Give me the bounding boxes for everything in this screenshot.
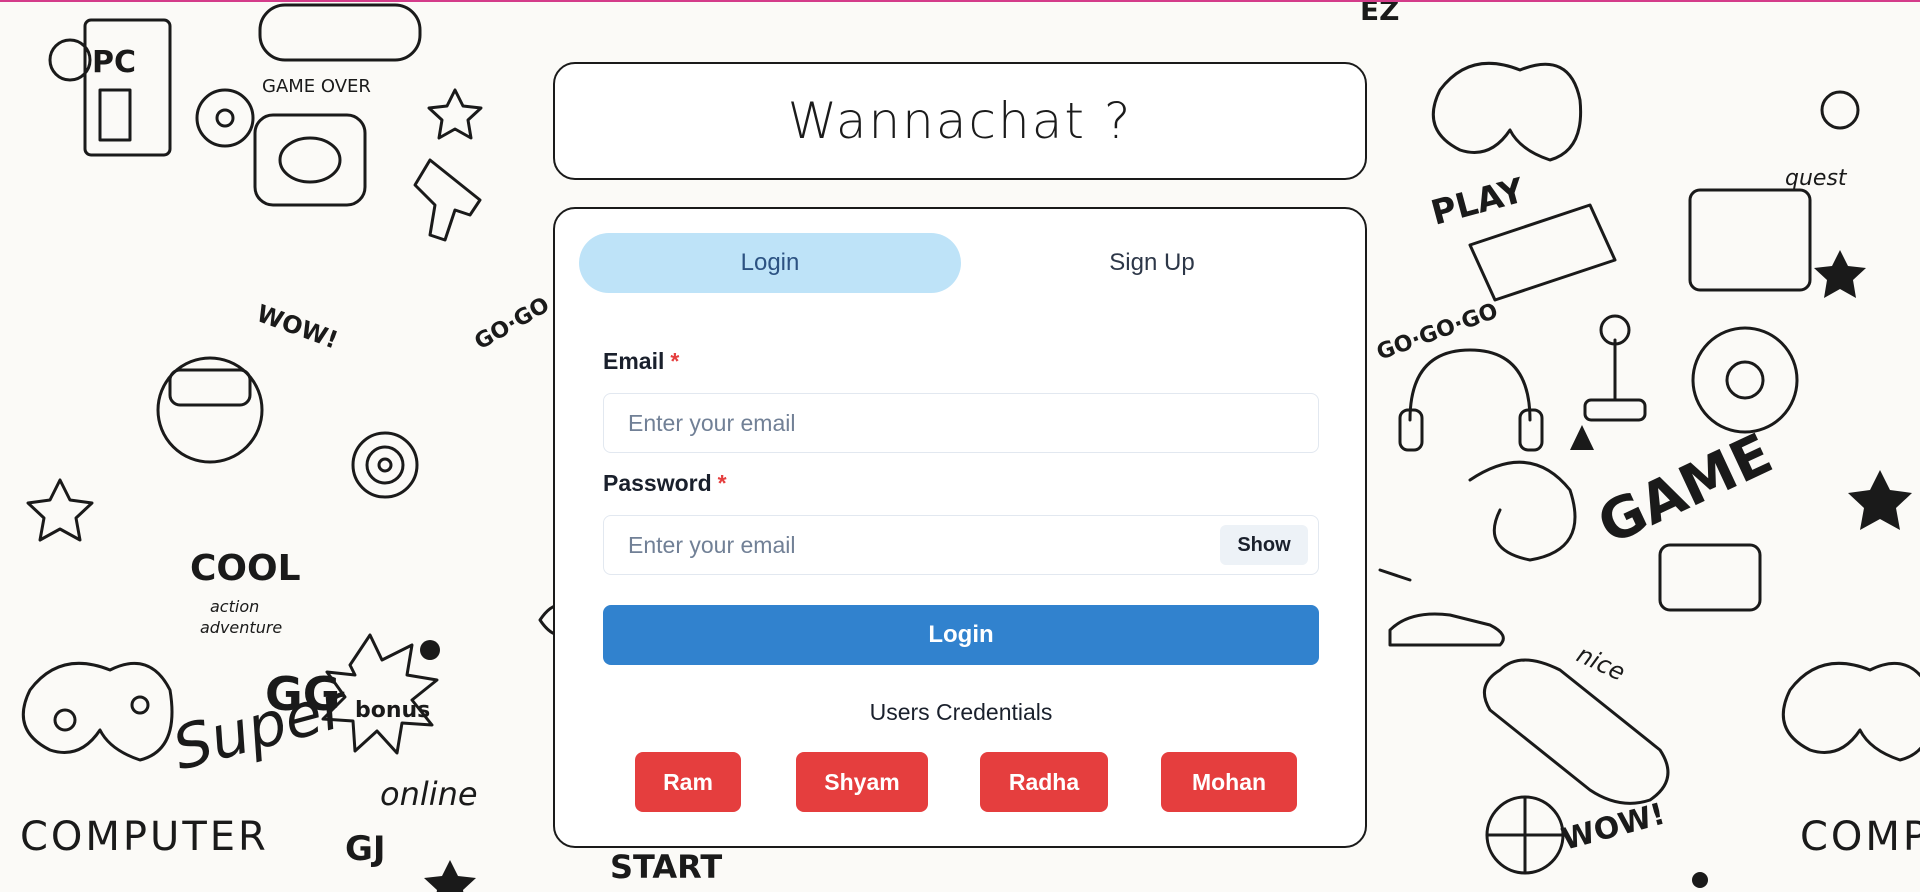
password-field-wrapper: Show xyxy=(603,515,1319,575)
tab-sign-up[interactable]: Sign Up xyxy=(961,233,1343,293)
tab-login[interactable]: Login xyxy=(579,233,961,293)
svg-text:bonus: bonus xyxy=(355,698,430,723)
svg-text:action: action xyxy=(210,597,259,616)
svg-text:nice: nice xyxy=(1572,640,1629,686)
svg-text:GG: GG xyxy=(265,667,341,721)
svg-text:WOW!: WOW! xyxy=(253,299,342,354)
email-input[interactable] xyxy=(604,394,1318,452)
svg-text:COMPUTER: COMPUTER xyxy=(20,814,269,860)
credential-button-ram[interactable]: Ram xyxy=(635,752,741,812)
top-accent-line xyxy=(0,0,1920,2)
app-title: Wannachat ? xyxy=(787,92,1133,150)
credentials-buttons: Ram Shyam Radha Mohan xyxy=(603,752,1319,812)
svg-text:GJ: GJ xyxy=(345,829,386,869)
svg-text:EZ: EZ xyxy=(1360,0,1399,27)
svg-text:WOW!: WOW! xyxy=(1558,797,1669,858)
svg-text:START: START xyxy=(610,848,722,886)
auth-card: Login Sign Up Email* Password* Show Logi… xyxy=(553,207,1367,848)
email-required-mark: * xyxy=(670,348,680,374)
login-form: Email* Password* Show Login Users Creden… xyxy=(603,347,1319,812)
svg-text:online: online xyxy=(380,775,478,813)
password-label-text: Password xyxy=(603,470,712,496)
svg-text:GAME OVER: GAME OVER xyxy=(262,76,371,97)
credential-button-mohan[interactable]: Mohan xyxy=(1161,752,1297,812)
tab-login-label: Login xyxy=(740,249,800,276)
email-label: Email * xyxy=(603,347,1319,375)
svg-text:PLAY: PLAY xyxy=(1427,171,1529,234)
svg-text:PC: PC xyxy=(92,45,136,80)
auth-tabs: Login Sign Up xyxy=(579,233,1343,293)
tab-sign-up-label: Sign Up xyxy=(1109,249,1195,276)
email-label-text: Email xyxy=(603,348,665,374)
svg-text:GO·GO: GO·GO xyxy=(471,293,554,356)
password-label: Password * xyxy=(603,469,1319,497)
svg-text:quest: quest xyxy=(1785,166,1848,191)
email-field-wrapper xyxy=(603,393,1319,453)
login-button[interactable]: Login xyxy=(603,605,1319,665)
svg-text:GAME: GAME xyxy=(1588,421,1782,557)
svg-text:adventure: adventure xyxy=(200,618,282,637)
svg-text:COOL: COOL xyxy=(190,548,301,589)
password-required-mark: * xyxy=(717,470,727,496)
credential-button-radha[interactable]: Radha xyxy=(980,752,1108,812)
title-card: Wannachat ? xyxy=(553,62,1367,180)
credential-button-shyam[interactable]: Shyam xyxy=(796,752,928,812)
users-credentials-title: Users Credentials xyxy=(869,699,1053,725)
password-input[interactable] xyxy=(604,516,1318,574)
show-password-button[interactable]: Show xyxy=(1220,525,1308,565)
svg-text:COMPU: COMPU xyxy=(1800,814,1920,860)
